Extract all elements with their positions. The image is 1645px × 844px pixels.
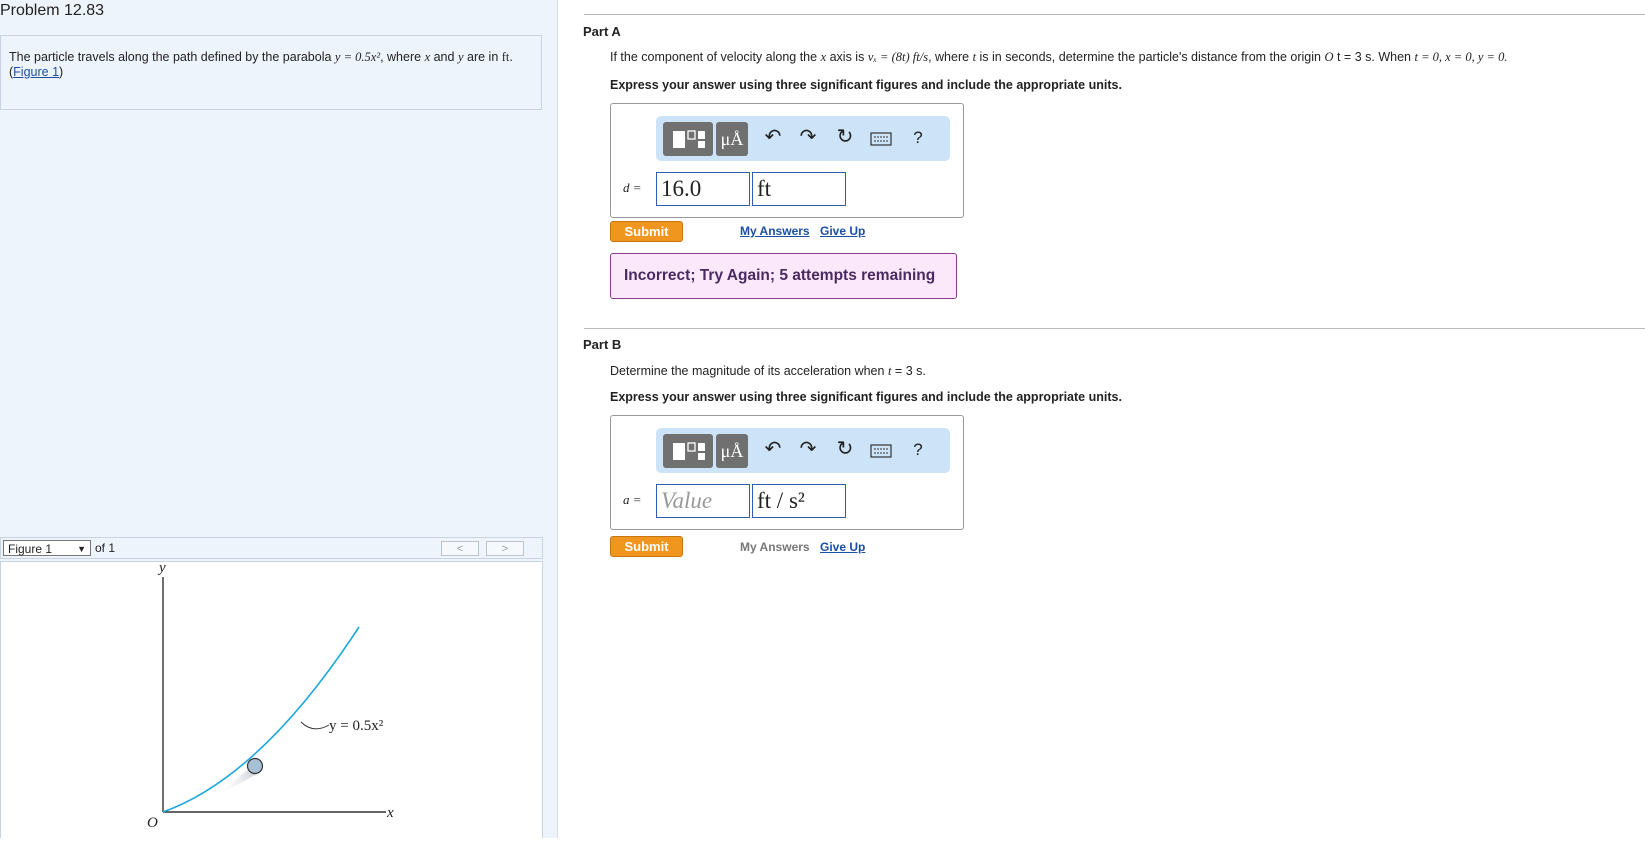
figure-count: of 1 [95,541,116,555]
template-icon [673,442,705,460]
give-up-link[interactable]: Give Up [820,540,865,554]
redo-icon[interactable]: ↷ [793,436,823,461]
question-text: , where [928,50,970,64]
answer-variable-label: a = [623,492,642,508]
feedback-message: Incorrect; Try Again; 5 attempts remaini… [610,253,957,299]
keyboard-icon[interactable] [866,441,896,464]
math-toolbar: μÅ ↶ ↷ ↻ ? [656,116,950,161]
answer-unit-input[interactable]: ft / s² [752,484,846,518]
initial-conditions: t = 0, x = 0, y = 0. [1414,50,1508,64]
question-text: t = 3 s. When [1336,50,1411,64]
figure-select[interactable]: Figure 1 ▼ [3,540,91,556]
var-label-text: a = [623,492,642,507]
problem-title: Problem 12.83 [0,2,105,19]
problem-text-and: and [433,50,455,64]
math-toolbar: μÅ ↶ ↷ ↻ ? [656,428,950,473]
divider [584,14,1645,15]
answer-value-input[interactable]: Value [656,484,750,518]
figure-link[interactable]: Figure 1 [13,65,59,79]
answer-variable-label: d = [623,180,642,196]
part-b-title: Part B [583,337,622,352]
origin-label: O [147,815,158,831]
submit-button[interactable]: Submit [610,536,683,557]
question-text: Determine the magnitude of its accelerat… [610,364,885,378]
my-answers-link[interactable]: My Answers [740,540,810,554]
label-leader [300,721,330,730]
submit-button[interactable]: Submit [610,221,683,242]
figure-nav-bar: Figure 1 ▼ of 1 < > [0,537,543,559]
give-up-link[interactable]: Give Up [820,224,865,238]
next-figure-button[interactable]: > [486,541,524,556]
part-a-instruction: Express your answer using three signific… [610,78,1122,92]
template-icon [673,130,705,148]
question-text: axis is [829,50,865,64]
units-button[interactable]: μÅ [716,122,748,156]
parabola-figure: y x O y = 0.5x² [147,560,394,831]
var-label-text: d = [623,180,642,195]
redo-icon[interactable]: ↷ [793,124,823,149]
undo-icon[interactable]: ↶ [758,124,788,149]
help-icon[interactable]: ? [903,128,933,148]
keyboard-glyph [870,444,892,458]
question-var: x [820,50,827,64]
part-b-answer-panel: μÅ ↶ ↷ ↻ ? a = Value ft / s² [610,415,964,530]
problem-pane: Problem 12.83 The particle travels along… [0,0,558,838]
part-a-question: If the component of velocity along the x… [610,50,1640,65]
question-text: = 3 s. [894,364,926,378]
answer-value-input[interactable]: 16.0 [656,172,750,206]
problem-statement: The particle travels along the path defi… [0,35,542,110]
problem-var-x: x [424,50,431,64]
undo-icon[interactable]: ↶ [758,436,788,461]
problem-var-y: y [457,50,464,64]
my-answers-link[interactable]: My Answers [740,224,810,238]
question-text: If the component of velocity along the [610,50,818,64]
template-button[interactable] [663,122,713,156]
part-b-instruction: Express your answer using three signific… [610,390,1122,404]
problem-equation: y = 0.5x² [334,50,381,64]
problem-unit: ft [501,50,510,64]
particle [246,757,264,775]
x-axis-label: x [386,805,394,821]
units-button[interactable]: μÅ [716,434,748,468]
velocity-equation: vₓ = (8t) ft/s [867,50,929,64]
reset-icon[interactable]: ↻ [830,436,860,461]
y-axis-label: y [157,562,166,576]
template-button[interactable] [663,434,713,468]
keyboard-icon[interactable] [866,129,896,152]
help-icon[interactable]: ? [903,440,933,460]
answer-pane: Part A If the component of velocity alon… [557,0,1645,838]
reset-icon[interactable]: ↻ [830,124,860,149]
part-a-title: Part A [583,24,621,39]
question-text: is in seconds, determine the particle's … [979,50,1321,64]
origin-symbol: O [1324,50,1334,64]
part-b-question: Determine the magnitude of its accelerat… [610,364,926,379]
divider [584,328,1645,329]
problem-text-prefix: The particle travels along the path defi… [9,50,332,64]
prev-figure-button[interactable]: < [441,541,479,556]
part-a-answer-panel: μÅ ↶ ↷ ↻ ? d = 16.0 ft [610,103,964,218]
figure-canvas: y x O y = 0.5x² [0,560,543,838]
answer-unit-input[interactable]: ft [752,172,846,206]
question-var: t [972,50,977,64]
figure-select-value: Figure 1 [8,542,53,556]
problem-text-mid: , where [380,50,422,64]
question-var: t [887,364,892,378]
curve-label: y = 0.5x² [329,718,384,734]
keyboard-glyph [870,132,892,146]
chevron-down-icon: ▼ [77,544,86,554]
problem-text-are: are in [467,50,499,64]
